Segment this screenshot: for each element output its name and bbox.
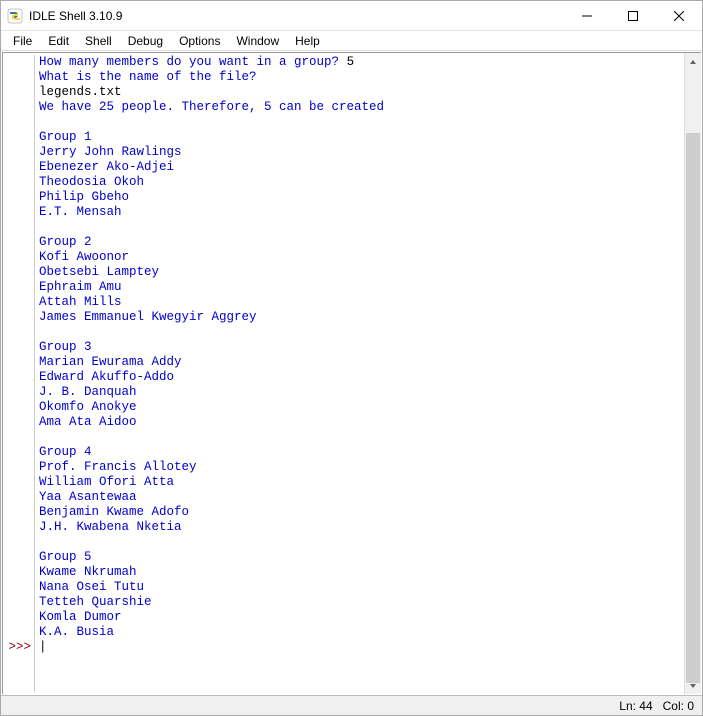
scroll-thumb[interactable]: [686, 133, 700, 683]
shell-line: [39, 115, 684, 130]
shell-line: Komla Dumor: [39, 610, 684, 625]
shell-line: William Ofori Atta: [39, 475, 684, 490]
shell-line: Tetteh Quarshie: [39, 595, 684, 610]
maximize-button[interactable]: [610, 1, 656, 31]
minimize-button[interactable]: [564, 1, 610, 31]
titlebar: IDLE Shell 3.10.9: [1, 1, 702, 31]
shell-line: J.H. Kwabena Nketia: [39, 520, 684, 535]
content-wrapper: >>> How many members do you want in a gr…: [2, 52, 701, 694]
python-idle-icon: [7, 8, 23, 24]
shell-line: Jerry John Rawlings: [39, 145, 684, 160]
shell-line: Group 5: [39, 550, 684, 565]
shell-line: [39, 325, 684, 340]
gutter-separator: [34, 55, 35, 692]
shell-line: E.T. Mensah: [39, 205, 684, 220]
shell-line: J. B. Danquah: [39, 385, 684, 400]
shell-line: Edward Akuffo-Addo: [39, 370, 684, 385]
prompt-gutter: >>>: [5, 55, 33, 692]
status-line-number: Ln: 44: [619, 699, 652, 713]
shell-line: Nana Osei Tutu: [39, 580, 684, 595]
menu-options[interactable]: Options: [171, 32, 228, 50]
shell-line: Group 1: [39, 130, 684, 145]
shell-line: Marian Ewurama Addy: [39, 355, 684, 370]
shell-line: [39, 535, 684, 550]
shell-line: Obetsebi Lamptey: [39, 265, 684, 280]
shell-line: Benjamin Kwame Adofo: [39, 505, 684, 520]
shell-line: Attah Mills: [39, 295, 684, 310]
statusbar: Ln: 44 Col: 0: [1, 695, 702, 715]
status-column-number: Col: 0: [663, 699, 694, 713]
shell-cursor-line[interactable]: |: [39, 640, 684, 655]
shell-line: Ama Ata Aidoo: [39, 415, 684, 430]
shell-line: Group 4: [39, 445, 684, 460]
shell-line: We have 25 people. Therefore, 5 can be c…: [39, 100, 684, 115]
menu-debug[interactable]: Debug: [120, 32, 171, 50]
menu-file[interactable]: File: [5, 32, 40, 50]
window-title: IDLE Shell 3.10.9: [29, 9, 564, 23]
shell-line: Group 3: [39, 340, 684, 355]
menu-help[interactable]: Help: [287, 32, 328, 50]
window-controls: [564, 1, 702, 31]
prompt: >>>: [5, 640, 31, 655]
shell-line: James Emmanuel Kwegyir Aggrey: [39, 310, 684, 325]
scroll-down-arrow-icon[interactable]: [685, 677, 701, 694]
shell-line: Ephraim Amu: [39, 280, 684, 295]
scroll-up-arrow-icon[interactable]: [685, 53, 701, 70]
shell-text-area[interactable]: >>> How many members do you want in a gr…: [3, 53, 684, 694]
shell-line: How many members do you want in a group?…: [39, 55, 684, 70]
shell-line: Okomfo Anokye: [39, 400, 684, 415]
shell-line: [39, 430, 684, 445]
shell-line: Philip Gbeho: [39, 190, 684, 205]
shell-line: Theodosia Okoh: [39, 175, 684, 190]
shell-line: Prof. Francis Allotey: [39, 460, 684, 475]
shell-lines: How many members do you want in a group?…: [39, 55, 684, 692]
shell-line: Group 2: [39, 235, 684, 250]
vertical-scrollbar[interactable]: [684, 53, 701, 694]
shell-line: legends.txt: [39, 85, 684, 100]
shell-line: Kofi Awoonor: [39, 250, 684, 265]
menu-window[interactable]: Window: [228, 32, 287, 50]
menu-shell[interactable]: Shell: [77, 32, 120, 50]
shell-line: [39, 220, 684, 235]
shell-line: K.A. Busia: [39, 625, 684, 640]
shell-line: Yaa Asantewaa: [39, 490, 684, 505]
close-button[interactable]: [656, 1, 702, 31]
shell-line: What is the name of the file?: [39, 70, 684, 85]
shell-line: Ebenezer Ako-Adjei: [39, 160, 684, 175]
shell-line: Kwame Nkrumah: [39, 565, 684, 580]
menu-edit[interactable]: Edit: [40, 32, 77, 50]
menubar: File Edit Shell Debug Options Window Hel…: [1, 31, 702, 51]
